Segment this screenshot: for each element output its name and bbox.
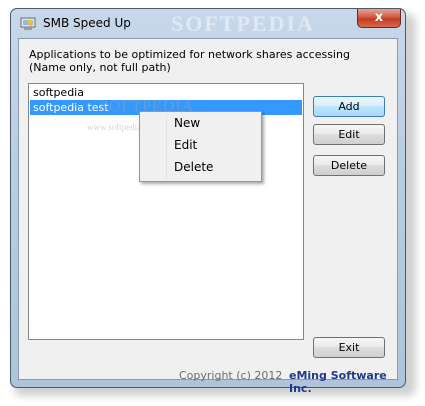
menu-item-delete[interactable]: Delete (174, 160, 213, 174)
app-window: SMB Speed Up SOFTPEDIA x Applications to… (10, 8, 406, 395)
menu-item-new[interactable]: New (174, 116, 200, 130)
title-bar[interactable]: SMB Speed Up SOFTPEDIA x (11, 9, 405, 37)
menu-gutter (166, 114, 167, 179)
edit-button[interactable]: Edit (313, 124, 385, 145)
company-name: eMing Software Inc. (289, 369, 387, 395)
close-button[interactable]: x (357, 9, 401, 28)
context-menu: New Edit Delete (139, 111, 262, 182)
copyright-text: Copyright (c) 2012 (179, 369, 283, 382)
description-line-1: Applications to be optimized for network… (29, 48, 350, 61)
add-button[interactable]: Add (313, 96, 385, 117)
client-area: Applications to be optimized for network… (18, 38, 398, 395)
title-watermark: SOFTPEDIA (171, 11, 315, 36)
delete-button[interactable]: Delete (313, 155, 385, 176)
window-title: SMB Speed Up (43, 16, 131, 30)
description: Applications to be optimized for network… (29, 48, 350, 74)
menu-item-edit[interactable]: Edit (174, 138, 197, 152)
description-line-2: (Name only, not full path) (29, 61, 171, 74)
close-icon: x (374, 10, 384, 25)
app-icon (20, 17, 36, 30)
exit-button[interactable]: Exit (313, 337, 385, 358)
